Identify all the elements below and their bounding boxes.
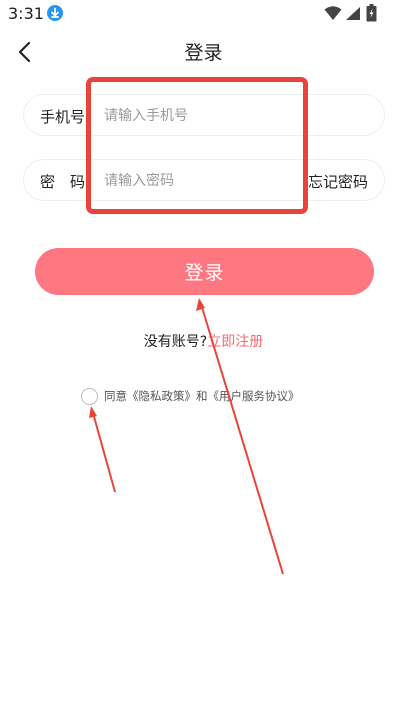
page-title: 登录 bbox=[184, 42, 223, 64]
password-label: 密码 bbox=[40, 173, 101, 191]
agreement-text[interactable]: 同意《隐私政策》和《用户服务协议》 bbox=[104, 388, 300, 404]
wifi-icon bbox=[324, 6, 342, 20]
password-row: 密码 忘记密码 bbox=[23, 159, 385, 201]
forgot-password-link[interactable]: 忘记密码 bbox=[308, 171, 368, 192]
login-button[interactable]: 登录 bbox=[35, 248, 374, 295]
annotation-arrowhead-login bbox=[196, 298, 205, 311]
status-time: 3:31 bbox=[8, 4, 44, 23]
annotation-arrowhead-checkbox bbox=[89, 406, 97, 418]
register-link[interactable]: 立即注册 bbox=[207, 334, 263, 350]
annotation-arrow-checkbox bbox=[92, 412, 116, 493]
agreement-checkbox[interactable] bbox=[81, 388, 98, 405]
phone-label: 手机号 bbox=[40, 108, 86, 126]
phone-input[interactable] bbox=[104, 104, 294, 128]
password-input[interactable] bbox=[104, 169, 294, 193]
download-icon bbox=[47, 5, 63, 21]
status-bar: 3:31 bbox=[0, 0, 407, 28]
register-prompt-text: 没有账号? bbox=[143, 334, 208, 350]
battery-icon bbox=[366, 4, 377, 22]
signal-icon bbox=[346, 7, 360, 20]
phone-row: 手机号 bbox=[23, 94, 385, 136]
register-prompt: 没有账号?立即注册 bbox=[0, 331, 407, 351]
